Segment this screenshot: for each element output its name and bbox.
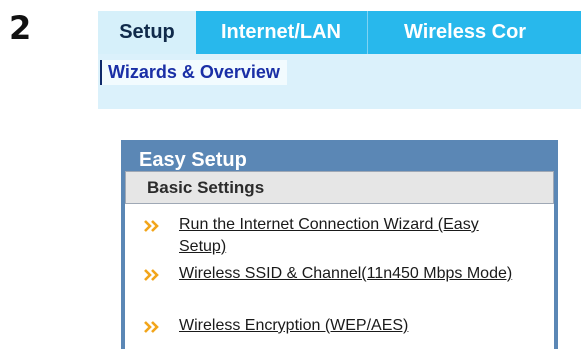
easy-setup-panel: Easy Setup Basic Settings Run the Intern… <box>121 140 558 349</box>
subtab-wizards-overview[interactable]: Wizards & Overview <box>100 60 287 85</box>
tab-internet-lan[interactable]: Internet/LAN <box>196 11 366 54</box>
sub-tab-bar: Wizards & Overview <box>98 54 581 109</box>
main-tab-bar: Setup Internet/LAN Wireless Cor <box>98 11 581 54</box>
double-chevron-right-icon <box>144 269 159 281</box>
tab-setup[interactable]: Setup <box>98 11 196 54</box>
tab-wireless-config[interactable]: Wireless Cor <box>368 11 526 54</box>
step-number: 2 <box>9 9 32 47</box>
wireless-ssid-channel-link[interactable]: Wireless SSID & Channel(11n450 Mbps Mode… <box>179 263 529 285</box>
wireless-encryption-link[interactable]: Wireless Encryption (WEP/AES) <box>179 315 529 337</box>
panel-title: Easy Setup <box>139 149 247 171</box>
section-header-basic-settings: Basic Settings <box>125 171 554 204</box>
double-chevron-right-icon <box>144 321 159 333</box>
run-internet-wizard-link[interactable]: Run the Internet Connection Wizard (Easy… <box>179 214 529 258</box>
link-list: Run the Internet Connection Wizard (Easy… <box>125 204 554 349</box>
double-chevron-right-icon <box>144 220 159 232</box>
